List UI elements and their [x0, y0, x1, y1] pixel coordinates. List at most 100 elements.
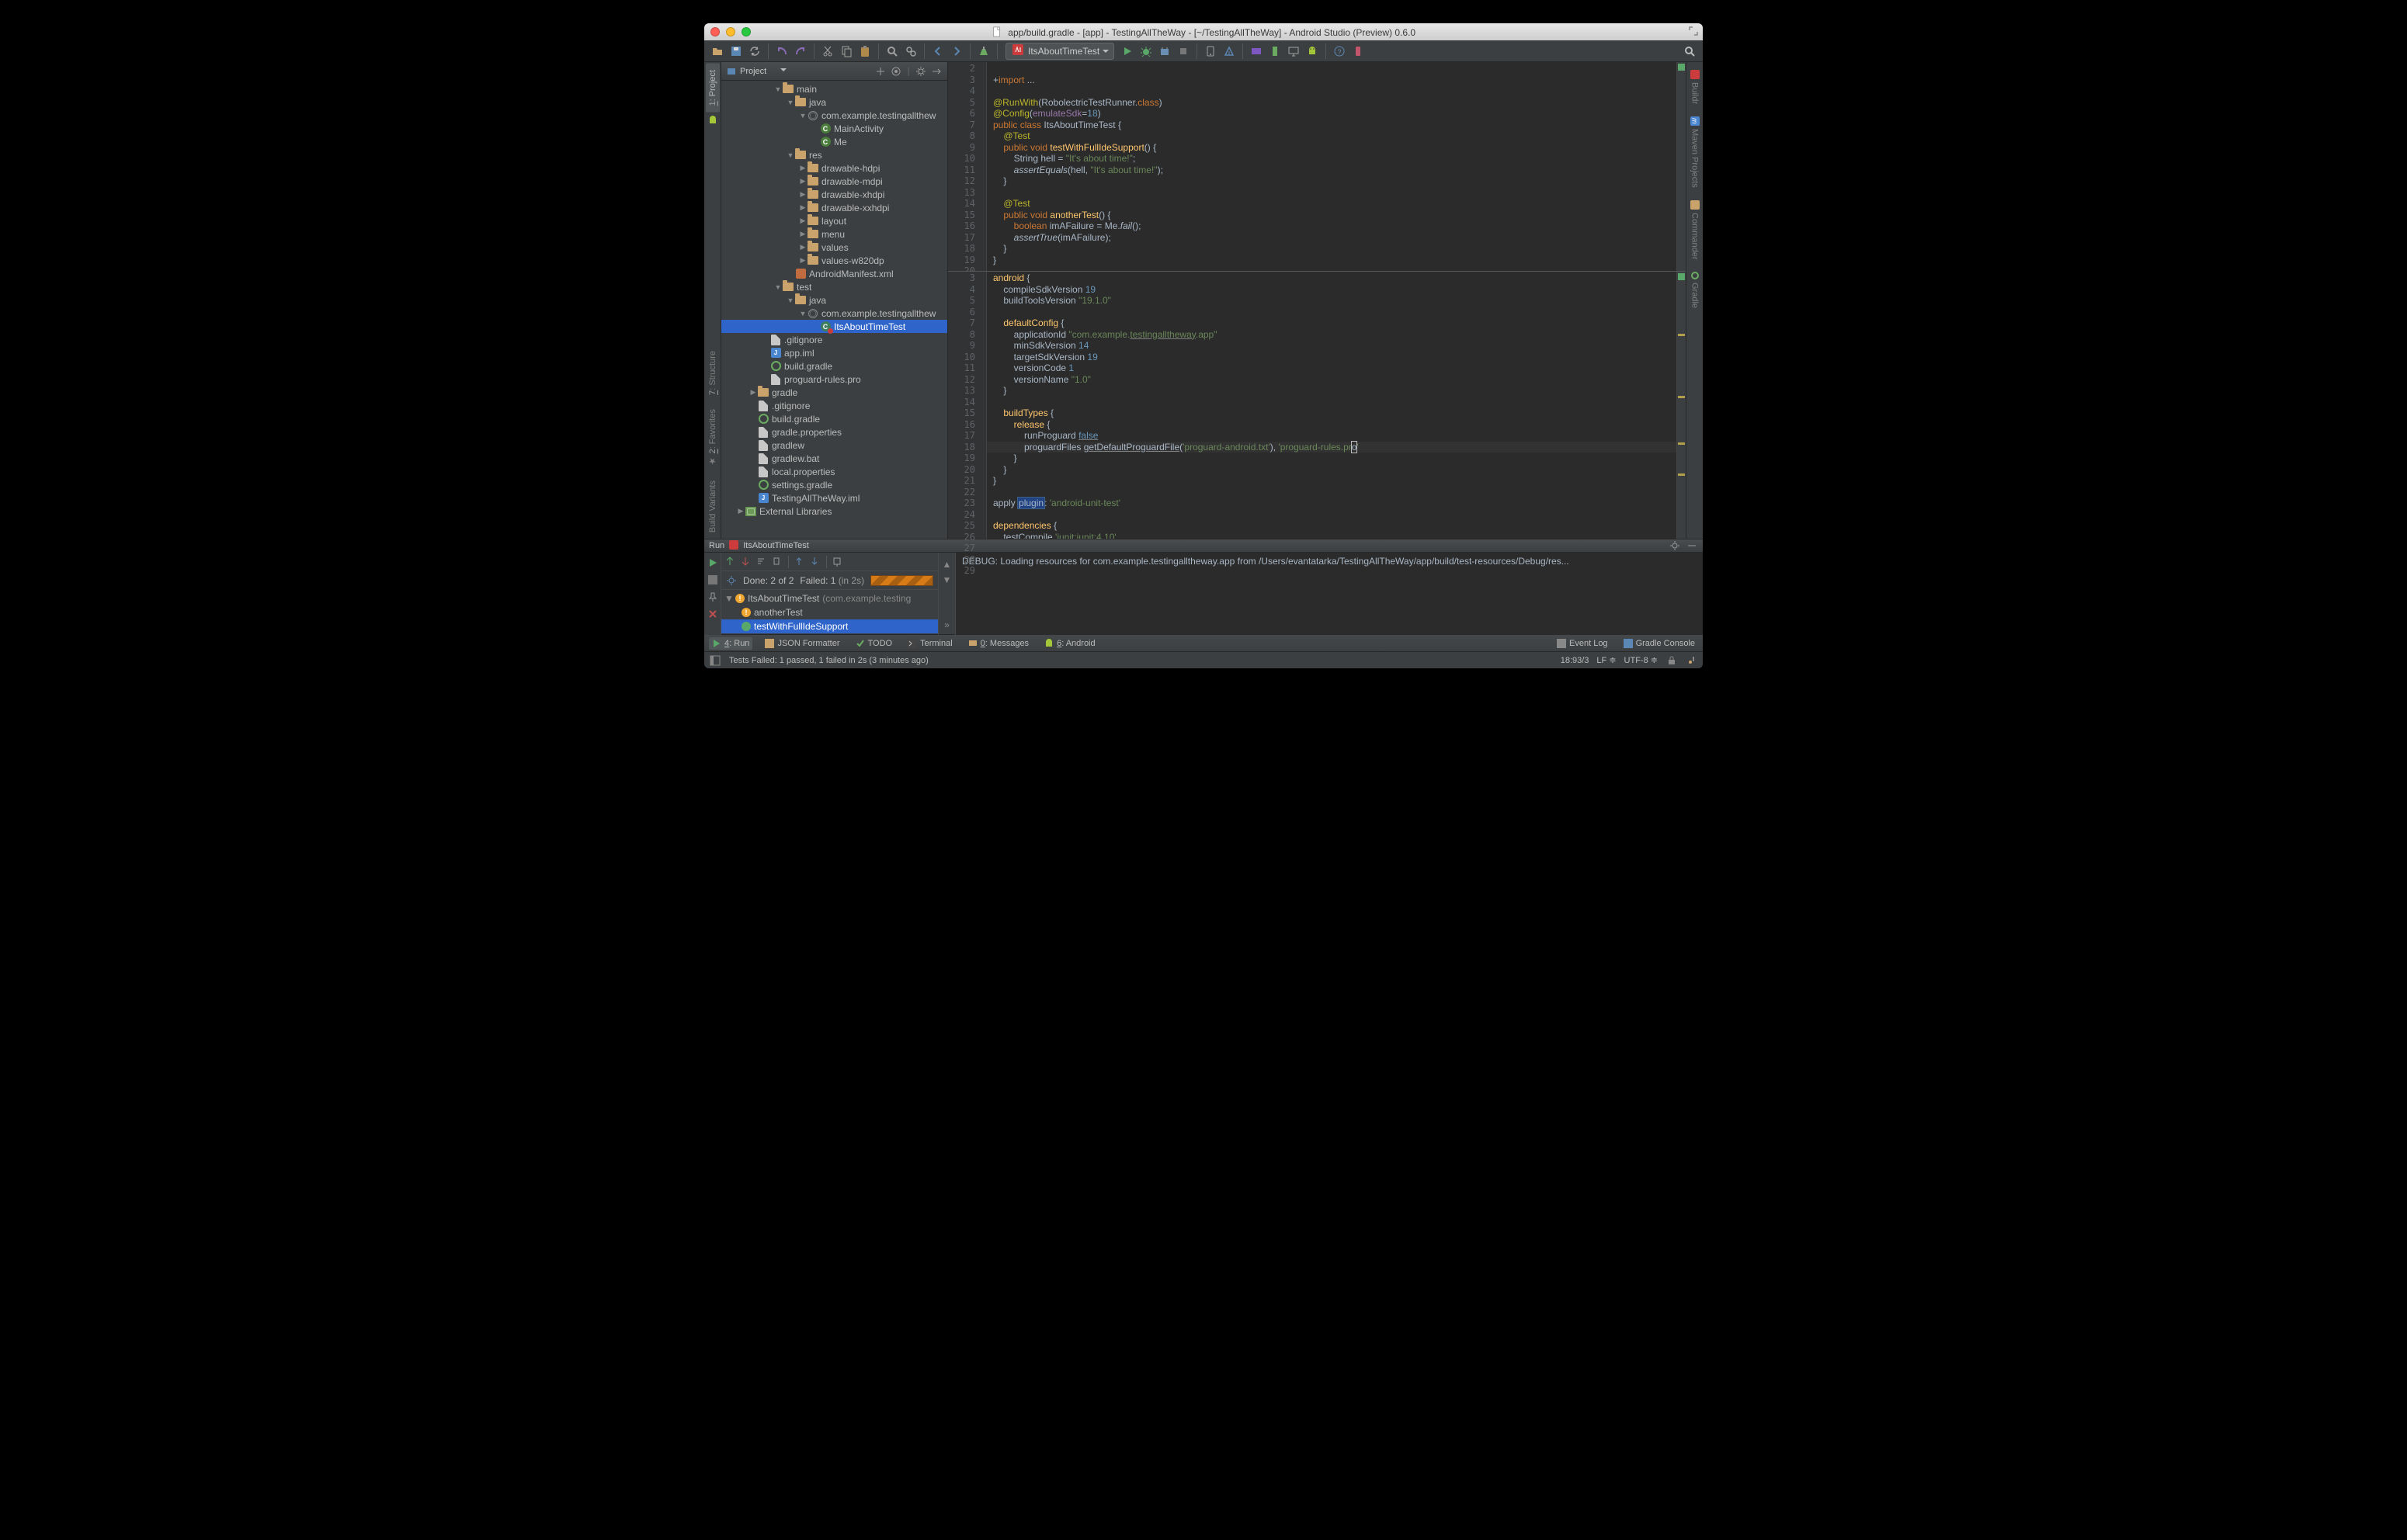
tree-node[interactable]: proguard-rules.pro [721, 373, 947, 386]
redo-button[interactable] [792, 43, 809, 60]
debug-button[interactable] [1138, 43, 1155, 60]
ddms-button[interactable] [1248, 43, 1265, 60]
test-root[interactable]: ▼!ItsAboutTimeTest(com.example.testing [721, 591, 938, 605]
monitor-button[interactable] [1285, 43, 1302, 60]
error-stripe-bottom[interactable] [1676, 272, 1686, 539]
project-view-selector[interactable]: Project [726, 66, 787, 77]
search-icon[interactable] [1681, 43, 1698, 60]
pin-icon[interactable] [706, 590, 720, 604]
run-button[interactable] [1119, 43, 1136, 60]
gutter-top[interactable]: 2 3 4 5 6 7 8 9 10 11 12 13 14 15 16 17 … [948, 62, 987, 271]
scroll-from-icon[interactable] [890, 65, 902, 78]
json-tool-tab[interactable]: JSON Formatter [762, 637, 842, 650]
make-button[interactable] [975, 43, 992, 60]
tree-node[interactable]: ▶values-w820dp [721, 254, 947, 267]
lock-icon[interactable] [1665, 654, 1678, 667]
stop-button[interactable] [1175, 43, 1192, 60]
replace-button[interactable] [902, 43, 919, 60]
tree-node[interactable]: gradlew.bat [721, 452, 947, 465]
fullscreen-icon[interactable] [1689, 26, 1698, 36]
export-icon[interactable] [832, 556, 844, 568]
collapse-icon[interactable] [771, 556, 783, 568]
open-button[interactable] [709, 43, 726, 60]
messages-tool-tab[interactable]: 0: Messages [965, 637, 1032, 650]
tree-node[interactable]: AndroidManifest.xml [721, 267, 947, 280]
tree-node[interactable]: local.properties [721, 465, 947, 478]
tree-node[interactable]: ▼test [721, 280, 947, 293]
avd-button[interactable] [1202, 43, 1219, 60]
paste-button[interactable] [856, 43, 874, 60]
tree-node[interactable]: ▼java [721, 293, 947, 307]
help-button[interactable]: ? [1331, 43, 1348, 60]
gear-icon[interactable] [726, 575, 737, 586]
maven-tab[interactable]: mMaven Projects [1688, 110, 1702, 194]
structure-tab[interactable]: 7: Structure [706, 345, 720, 401]
show-failed-icon[interactable] [740, 556, 752, 568]
forward-button[interactable] [948, 43, 965, 60]
tree-node[interactable]: Japp.iml [721, 346, 947, 359]
tree-node[interactable]: CItsAboutTimeTest [721, 320, 947, 333]
next-icon[interactable] [809, 556, 821, 568]
tree-node[interactable]: gradlew [721, 439, 947, 452]
copy-button[interactable] [838, 43, 855, 60]
inspector-icon[interactable] [1686, 654, 1698, 667]
tree-node[interactable]: gradle.properties [721, 425, 947, 439]
tree-node[interactable]: JTestingAllTheWay.iml [721, 491, 947, 505]
tree-node[interactable]: ▼◯com.example.testingallthew [721, 109, 947, 122]
tree-node[interactable]: ▶values [721, 241, 947, 254]
tree-node[interactable]: build.gradle [721, 412, 947, 425]
tree-node[interactable]: ▶layout [721, 214, 947, 227]
tree-node[interactable]: ▼res [721, 148, 947, 161]
tree-node[interactable]: .gitignore [721, 333, 947, 346]
window-zoom-button[interactable] [742, 27, 751, 36]
favorites-tab[interactable]: ★ 2: Favorites [705, 403, 720, 473]
window-minimize-button[interactable] [726, 27, 735, 36]
commander-tab[interactable]: Commander [1688, 194, 1702, 266]
window-close-button[interactable] [710, 27, 720, 36]
collapse-icon[interactable] [874, 65, 887, 78]
android-tool-icon[interactable] [707, 114, 719, 127]
toolwin-quick-icon[interactable] [709, 654, 721, 667]
stop-button[interactable] [706, 573, 720, 587]
back-button[interactable] [929, 43, 946, 60]
run-config-dropdown[interactable]: ItsAboutTimeTest [1006, 43, 1114, 60]
sdk-button[interactable] [1221, 43, 1238, 60]
tree-node[interactable]: ▶menu [721, 227, 947, 241]
tree-node[interactable]: build.gradle [721, 359, 947, 373]
tree-node[interactable]: settings.gradle [721, 478, 947, 491]
tree-node[interactable]: ▶drawable-hdpi [721, 161, 947, 175]
build-variants-tab[interactable]: Build Variants [706, 474, 720, 539]
up-arrow-icon[interactable]: ▲ [943, 559, 952, 570]
gradle-tab[interactable]: Gradle [1688, 265, 1702, 314]
sort-icon[interactable] [755, 556, 768, 568]
status-eol[interactable]: LF ≑ [1596, 655, 1616, 665]
android-tool-tab[interactable]: 6: Android [1041, 637, 1099, 650]
test-item[interactable]: !anotherTest [721, 605, 938, 619]
adb-button[interactable] [1266, 43, 1283, 60]
tree-node[interactable]: ▶drawable-xxhdpi [721, 201, 947, 214]
run-console[interactable]: DEBUG: Loading resources for com.example… [956, 553, 1703, 635]
settings-icon[interactable] [1669, 539, 1681, 552]
show-passed-icon[interactable] [724, 556, 737, 568]
hide-icon[interactable] [1686, 539, 1698, 552]
status-position[interactable]: 18:93/3 [1561, 656, 1589, 665]
test-tree[interactable]: ▼!ItsAboutTimeTest(com.example.testing!a… [721, 590, 938, 635]
device-button[interactable] [1349, 43, 1367, 60]
gutter-bottom[interactable]: 3 4 5 6 7 8 9 10 11 12 13 14 15 16 17 18… [948, 272, 987, 539]
cut-button[interactable] [819, 43, 836, 60]
gradle-console-tab[interactable]: Gradle Console [1620, 637, 1698, 650]
status-encoding[interactable]: UTF-8 ≑ [1624, 655, 1658, 665]
sync-button[interactable] [746, 43, 763, 60]
tree-node[interactable]: ▶External Libraries [721, 505, 947, 518]
tree-node[interactable]: ▶gradle [721, 386, 947, 399]
tree-node[interactable]: ▶drawable-mdpi [721, 175, 947, 188]
down-arrow-icon[interactable]: ▼ [943, 574, 952, 585]
code-top[interactable]: +import ... @RunWith(RobolectricTestRunn… [987, 62, 1676, 271]
run-tool-tab[interactable]: 4: Run [709, 637, 752, 650]
tree-node[interactable]: .gitignore [721, 399, 947, 412]
more-icon[interactable]: » [944, 619, 950, 635]
tree-node[interactable]: ▶drawable-xhdpi [721, 188, 947, 201]
hide-icon[interactable] [930, 65, 943, 78]
project-tab[interactable]: 1: Project [706, 64, 720, 113]
save-button[interactable] [728, 43, 745, 60]
